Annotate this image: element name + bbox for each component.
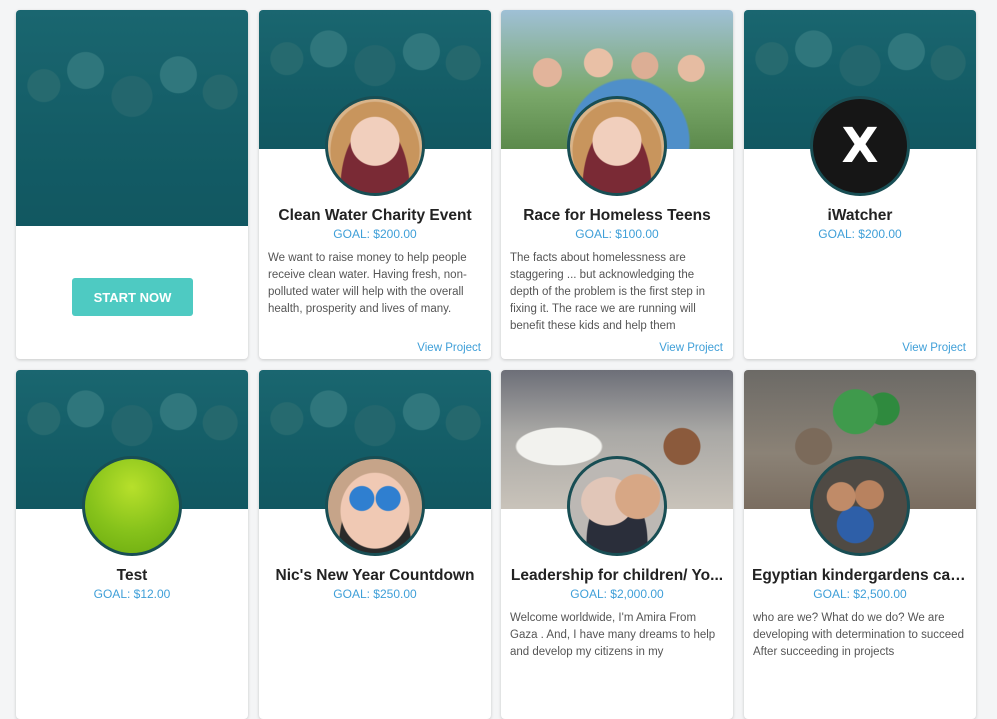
iwatcher-logo-icon: X xyxy=(810,96,910,196)
project-title[interactable]: Nic's New Year Countdown xyxy=(267,567,483,585)
project-title[interactable]: Clean Water Charity Event xyxy=(267,207,483,225)
project-card[interactable]: Clean Water Charity Event GOAL: $200.00 … xyxy=(259,10,491,359)
project-card[interactable]: Leadership for children/ Yo... GOAL: $2,… xyxy=(501,370,733,719)
project-grid: START NOW Clean Water Charity Event GOAL… xyxy=(0,0,997,719)
project-card[interactable]: Race for Homeless Teens GOAL: $100.00 Th… xyxy=(501,10,733,359)
project-description: We want to raise money to help people re… xyxy=(268,252,467,315)
project-avatar xyxy=(567,456,667,556)
view-project-link[interactable]: View Project xyxy=(659,342,723,354)
project-avatar xyxy=(567,96,667,196)
project-title[interactable]: iWatcher xyxy=(752,207,968,225)
project-avatar xyxy=(82,456,182,556)
project-goal: GOAL: $200.00 xyxy=(333,227,417,241)
start-project-card: START NOW xyxy=(16,10,248,359)
view-project-link[interactable]: View Project xyxy=(902,342,966,354)
project-description: The facts about homelessness are stagger… xyxy=(510,252,705,332)
project-description: Welcome worldwide, I'm Amira From Gaza .… xyxy=(510,612,716,658)
start-now-button[interactable]: START NOW xyxy=(72,278,193,316)
project-card[interactable]: Nic's New Year Countdown GOAL: $250.00 xyxy=(259,370,491,719)
project-card[interactable]: X iWatcher GOAL: $200.00 View Project xyxy=(744,10,976,359)
view-project-link[interactable]: View Project xyxy=(417,342,481,354)
project-avatar xyxy=(810,456,910,556)
project-goal: GOAL: $200.00 xyxy=(818,227,902,241)
project-goal: GOAL: $2,500.00 xyxy=(813,587,907,601)
project-title[interactable]: Test xyxy=(24,567,240,585)
project-goal: GOAL: $250.00 xyxy=(333,587,417,601)
banner-image xyxy=(16,10,248,226)
project-goal: GOAL: $12.00 xyxy=(93,587,171,601)
project-avatar xyxy=(325,456,425,556)
project-title[interactable]: Leadership for children/ Yo... xyxy=(509,567,725,585)
project-description: who are we? What do we do? We are develo… xyxy=(753,612,964,658)
project-title[interactable]: Egyptian kindergardens car... xyxy=(752,567,968,585)
project-goal: GOAL: $2,000.00 xyxy=(570,587,664,601)
project-goal: GOAL: $100.00 xyxy=(575,227,659,241)
project-card[interactable]: Test GOAL: $12.00 xyxy=(16,370,248,719)
project-card[interactable]: Egyptian kindergardens car... GOAL: $2,5… xyxy=(744,370,976,719)
project-avatar xyxy=(325,96,425,196)
project-title[interactable]: Race for Homeless Teens xyxy=(509,207,725,225)
